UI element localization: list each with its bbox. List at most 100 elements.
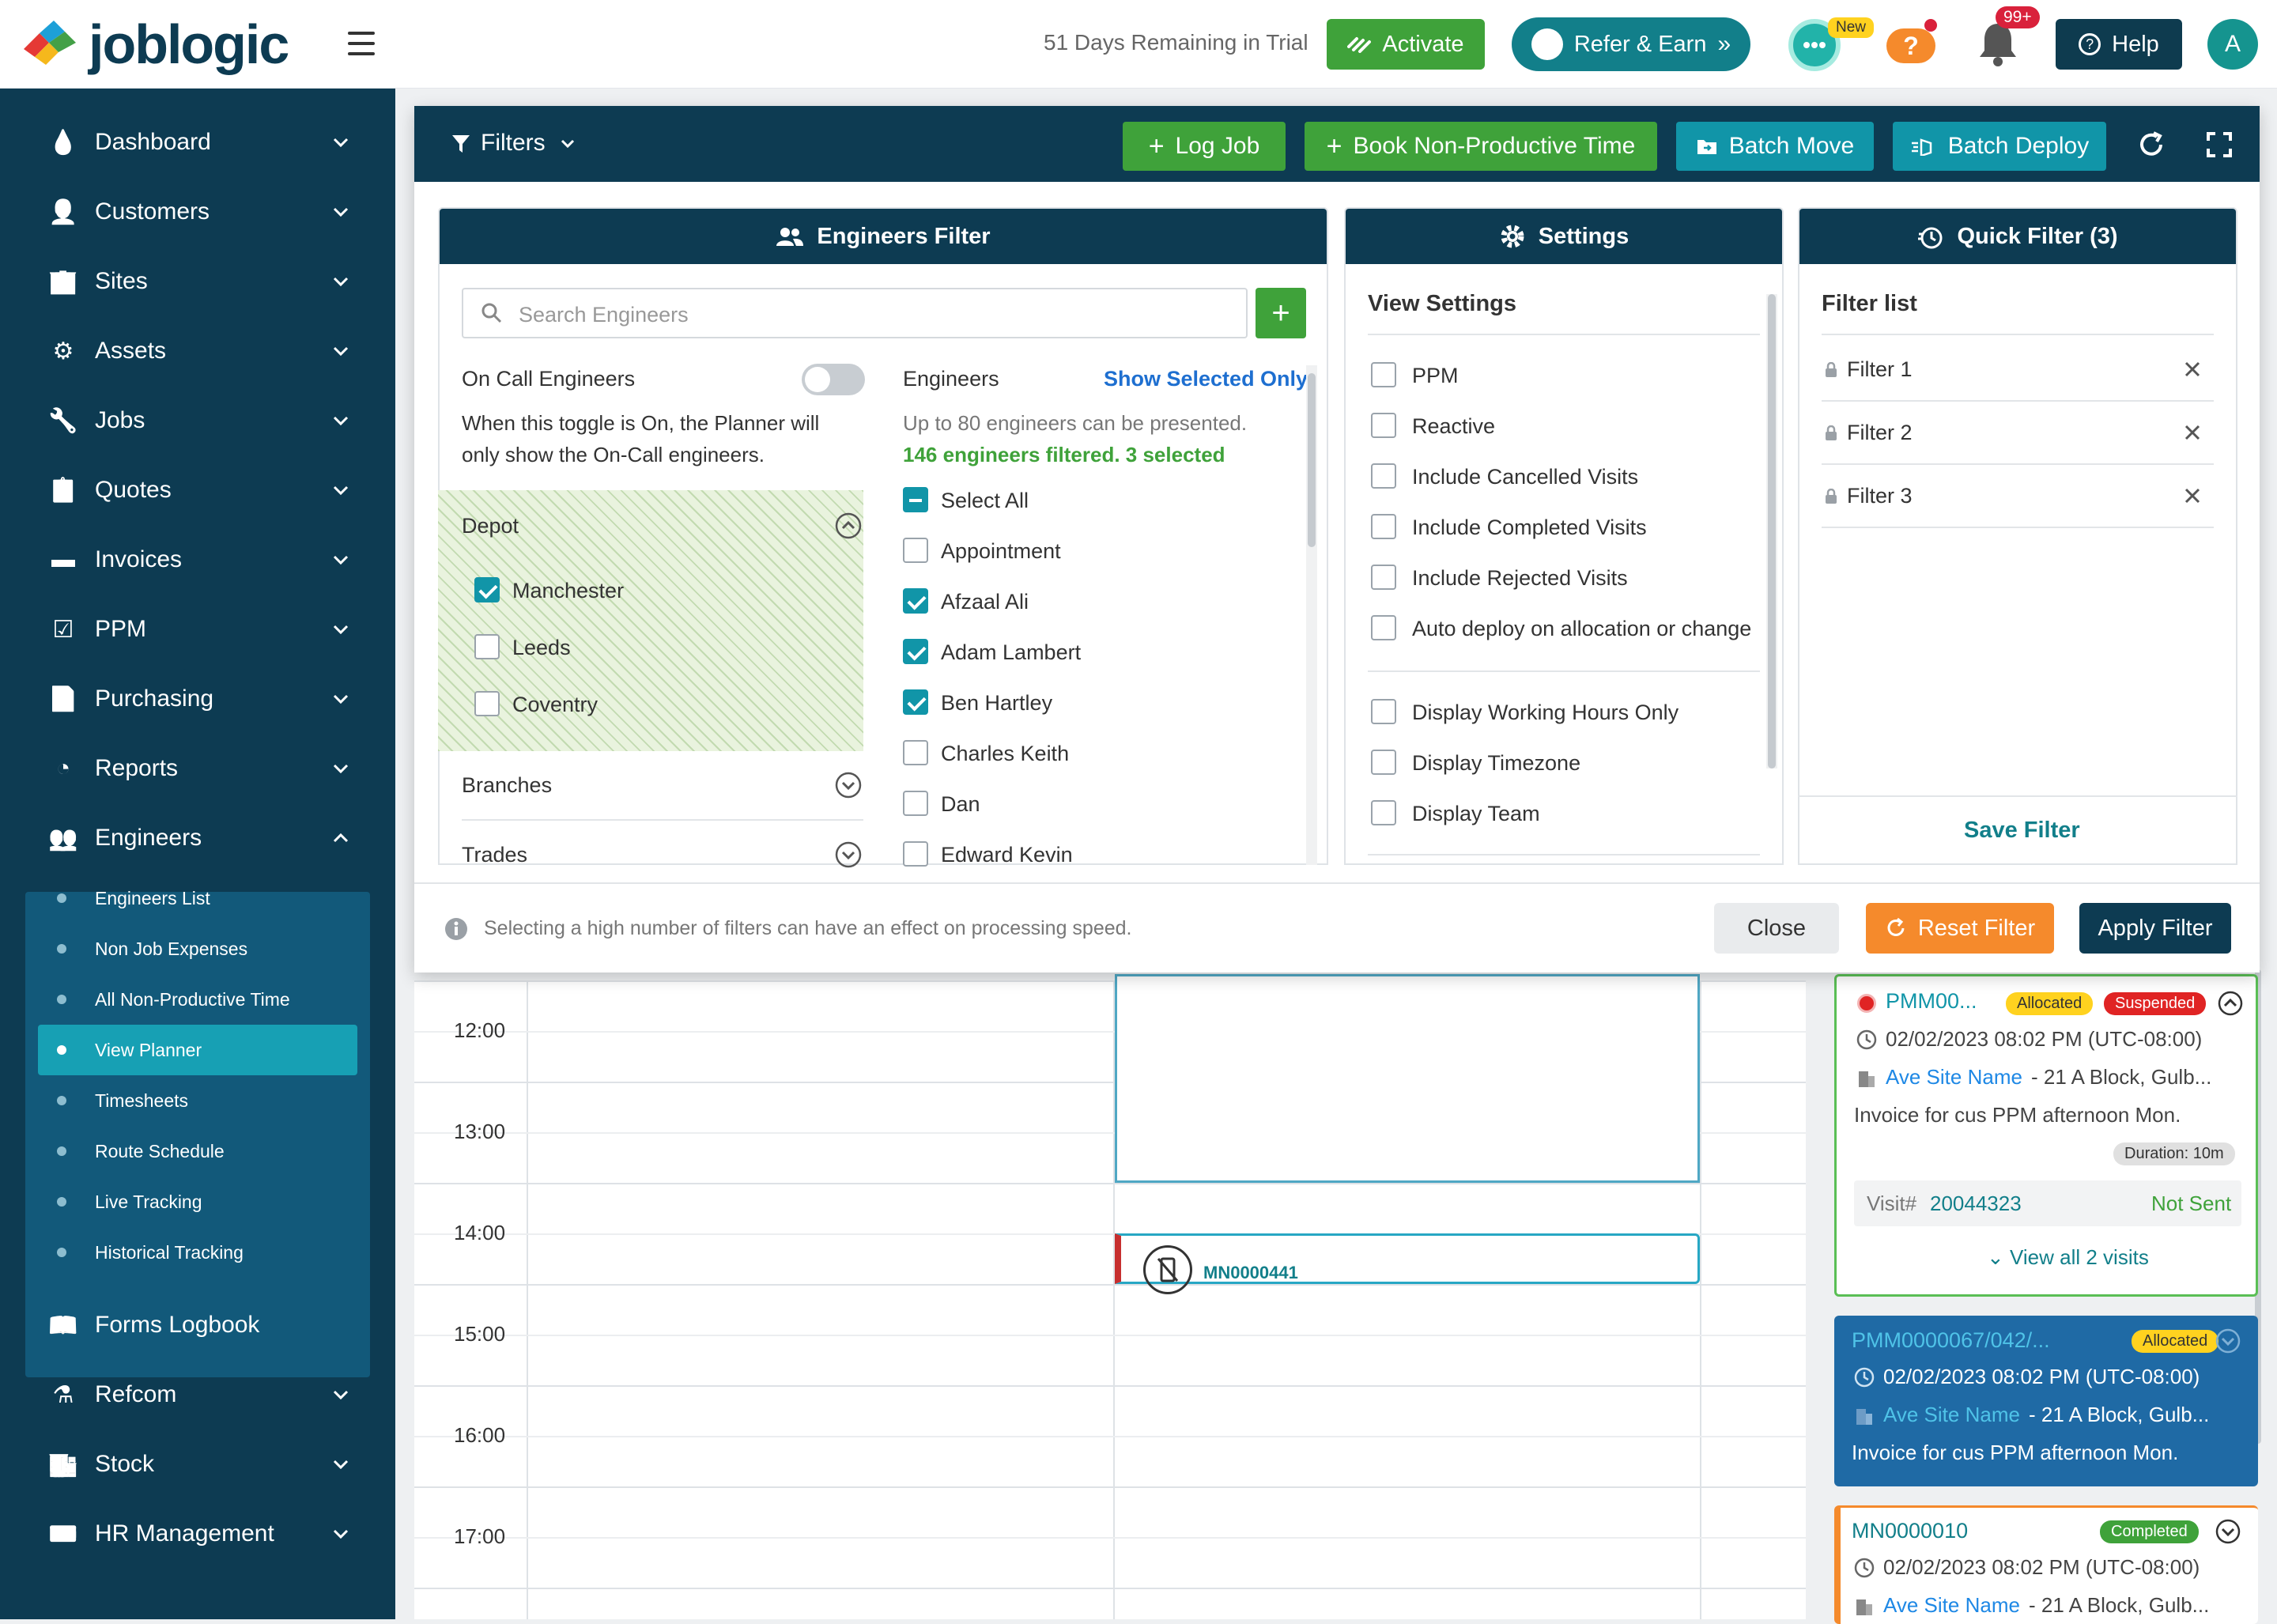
quick-filter-item[interactable]: Filter 2 (1822, 402, 2214, 465)
depot-checkbox[interactable] (474, 634, 500, 659)
sidebar-item-jobs[interactable]: 🔧 Jobs (0, 386, 395, 455)
chevron-down-icon[interactable] (330, 480, 351, 500)
planner-job-block[interactable] (1115, 974, 1700, 1183)
activate-button[interactable]: Activate (1327, 19, 1485, 70)
engineer-checkbox[interactable] (903, 740, 928, 765)
sidebar-sub-timesheets[interactable]: Timesheets (38, 1075, 357, 1126)
setting-checkbox[interactable] (1371, 514, 1396, 539)
chevron-down-icon[interactable] (330, 758, 351, 779)
setting-checkbox[interactable] (1371, 463, 1396, 489)
setting-checkbox[interactable] (1371, 615, 1396, 640)
sidebar-item-refcom[interactable]: ⚗ Refcom (0, 1360, 395, 1429)
quick-filter-item[interactable]: Filter 3 (1822, 465, 2214, 528)
user-avatar[interactable]: A (2207, 19, 2258, 70)
chevron-down-icon[interactable] (330, 410, 351, 431)
sidebar-item-reports[interactable]: ◔ Reports (0, 734, 395, 803)
sidebar-item-invoices[interactable]: ▬ Invoices (0, 525, 395, 595)
sidebar-sub-non-job-expenses[interactable]: Non Job Expenses (38, 923, 357, 974)
remove-filter-icon[interactable] (2182, 359, 2203, 380)
engineer-checkbox[interactable] (903, 639, 928, 664)
setting-option[interactable]: Include Cancelled Visits (1371, 462, 1758, 497)
sidebar-sub-historical-tracking[interactable]: Historical Tracking (38, 1227, 357, 1278)
view-all-visits-link[interactable]: ⌄ View all 2 visits (1987, 1245, 2149, 1270)
engineer-option[interactable]: Dan (903, 789, 1298, 824)
sidebar-sub-all-non-productive-time[interactable]: All Non-Productive Time (38, 974, 357, 1025)
card-site-link[interactable]: Ave Site Name (1883, 1593, 2020, 1618)
visit-row[interactable]: Visit# 20044323 Not Sent (1854, 1180, 2241, 1226)
chevron-down-icon[interactable] (330, 202, 351, 222)
setting-checkbox[interactable] (1371, 362, 1396, 387)
help-button[interactable]: ? Help (2056, 19, 2182, 70)
sidebar-item-ppm[interactable]: ☑ PPM (0, 595, 395, 664)
add-engineer-button[interactable]: + (1256, 288, 1306, 338)
save-filter-button[interactable]: Save Filter (1964, 818, 2080, 844)
sidebar-item-engineers[interactable]: 👥 Engineers (0, 803, 395, 873)
sidebar-item-hr-management[interactable]: 🪪 HR Management (0, 1499, 395, 1569)
expand-chevron-icon[interactable] (2215, 1328, 2241, 1354)
engineer-option[interactable]: Ben Hartley (903, 688, 1298, 723)
search-engineers-input[interactable]: Search Engineers (462, 288, 1248, 338)
apply-filter-button[interactable]: Apply Filter (2079, 903, 2231, 954)
joblogic-logo[interactable]: joblogic (17, 13, 289, 75)
batch-deploy-button[interactable]: Batch Deploy (1893, 122, 2106, 171)
engineer-checkbox[interactable] (903, 841, 928, 867)
refresh-icon[interactable] (2136, 130, 2166, 160)
depot-checkbox[interactable] (474, 577, 500, 602)
sidebar-item-quotes[interactable]: 📋 Quotes (0, 455, 395, 525)
chevron-down-icon[interactable] (330, 341, 351, 361)
remove-filter-icon[interactable] (2182, 422, 2203, 443)
sidebar-item-dashboard[interactable]: 💧 Dashboard (0, 108, 395, 177)
visit-number[interactable]: 20044323 (1930, 1192, 2022, 1216)
on-call-toggle[interactable] (802, 364, 865, 395)
setting-checkbox[interactable] (1371, 413, 1396, 438)
card-ref[interactable]: MN0000010 (1852, 1519, 1968, 1543)
engineer-option[interactable]: Appointment (903, 536, 1298, 571)
engineers-scrollbar[interactable] (1306, 365, 1317, 865)
remove-filter-icon[interactable] (2182, 485, 2203, 506)
setting-checkbox[interactable] (1371, 565, 1396, 590)
engineer-checkbox[interactable] (903, 791, 928, 816)
job-ref[interactable]: MN0000441 (1203, 1263, 1298, 1283)
chevron-down-icon[interactable] (330, 1384, 351, 1405)
chevron-down-icon[interactable] (330, 689, 351, 709)
sidebar-item-customers[interactable]: 👤 Customers (0, 177, 395, 247)
setting-option[interactable]: Include Completed Visits (1371, 512, 1758, 547)
sidebar-sub-engineers-list[interactable]: Engineers List (38, 873, 357, 923)
sidebar-item-purchasing[interactable]: 📄 Purchasing (0, 664, 395, 734)
funnel-icon[interactable] (451, 133, 471, 155)
setting-option[interactable]: Reactive (1371, 411, 1758, 446)
quick-filter-item[interactable]: Filter 1 (1822, 338, 2214, 402)
card-ref[interactable]: PMM0000067/042/... (1852, 1328, 2050, 1353)
sidebar-sub-route-schedule[interactable]: Route Schedule (38, 1126, 357, 1176)
show-selected-link[interactable]: Show Selected Only (1104, 367, 1308, 391)
chevron-up-icon[interactable] (330, 828, 351, 848)
chevron-down-icon[interactable] (330, 1454, 351, 1475)
depot-option[interactable]: Leeds (474, 631, 838, 666)
chevron-down-icon[interactable] (330, 271, 351, 292)
collapse-chevron-icon[interactable] (835, 512, 862, 539)
engineer-option[interactable]: Edward Kevin (903, 840, 1298, 874)
close-button[interactable]: Close (1714, 903, 1839, 954)
setting-option[interactable]: Display Team (1371, 799, 1758, 833)
refer-earn-button[interactable]: Refer & Earn » (1512, 17, 1750, 71)
log-job-button[interactable]: + Log Job (1123, 122, 1286, 171)
engineer-option[interactable]: Afzaal Ali (903, 587, 1298, 621)
engineer-checkbox[interactable] (903, 538, 928, 563)
card-site-link[interactable]: Ave Site Name (1886, 1065, 2022, 1090)
card-ref[interactable]: PMM00... (1886, 989, 1977, 1014)
sidebar-item-sites[interactable]: 🏢 Sites (0, 247, 395, 316)
chevron-down-icon[interactable] (330, 132, 351, 153)
help-cloud-icon[interactable]: ? (1886, 28, 1935, 63)
book-npt-button[interactable]: + Book Non-Productive Time (1305, 122, 1657, 171)
collapse-chevron-icon[interactable] (2218, 991, 2243, 1016)
expand-chevron-icon[interactable] (2215, 1519, 2241, 1544)
expand-chevron-icon[interactable] (835, 772, 862, 799)
fullscreen-icon[interactable] (2206, 131, 2233, 158)
depot-checkbox[interactable] (474, 691, 500, 716)
setting-checkbox[interactable] (1371, 750, 1396, 775)
job-card[interactable]: PMM00... Allocated Suspended 02/02/2023 … (1834, 974, 2258, 1297)
sidebar-sub-live-tracking[interactable]: Live Tracking (38, 1176, 357, 1227)
setting-option[interactable]: Display Working Hours Only (1371, 697, 1758, 732)
expand-chevron-icon[interactable] (835, 841, 862, 868)
sidebar-sub-view-planner[interactable]: View Planner (38, 1025, 357, 1075)
